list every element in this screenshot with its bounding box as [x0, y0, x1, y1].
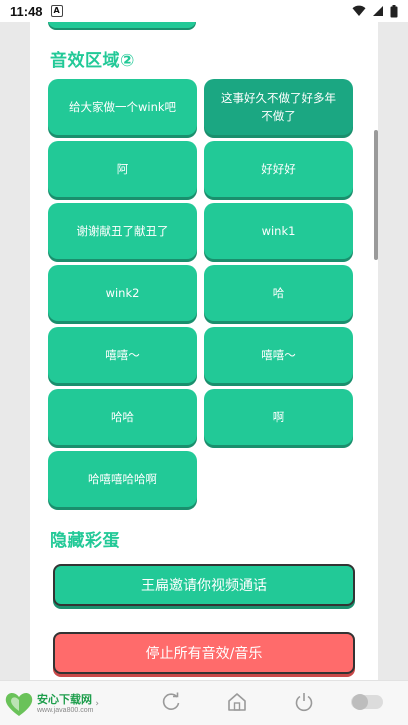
watermark-name: 安心下载网	[37, 692, 92, 706]
home-icon[interactable]	[226, 691, 248, 713]
sound-button[interactable]: wink2	[48, 265, 197, 321]
sound-button[interactable]: 哈哈	[48, 389, 197, 445]
status-time: 11:48	[10, 3, 43, 19]
watermark: 安心下载网 www.java800.com ›	[4, 689, 99, 719]
section-title-sound-area: 音效区域②	[50, 51, 135, 71]
sound-button[interactable]: 哈	[204, 265, 353, 321]
sound-button-grid: 给大家做一个wink吧 这事好久不做了好多年不做了 阿 好好好 谢谢献丑了献丑了…	[48, 79, 353, 507]
sound-button[interactable]: 嘻嘻～	[48, 327, 197, 383]
sound-button[interactable]: 啊	[204, 389, 353, 445]
notification-a-icon: A	[50, 5, 63, 17]
battery-icon	[390, 4, 398, 17]
sound-button[interactable]: 好好好	[204, 141, 353, 197]
wifi-icon	[352, 5, 366, 16]
sound-button[interactable]: wink1	[204, 203, 353, 259]
sound-button[interactable]: 给大家做一个wink吧	[48, 79, 197, 135]
section-title-easter-egg: 隐藏彩蛋	[50, 531, 120, 551]
status-bar: 11:48 A	[0, 0, 408, 22]
sound-button[interactable]: 谢谢献丑了献丑了	[48, 203, 197, 259]
bottom-nav-bar: 安心下载网 www.java800.com ›	[0, 680, 408, 725]
signal-icon	[373, 6, 383, 16]
watermark-url: www.java800.com	[37, 706, 94, 714]
status-icons	[352, 4, 398, 18]
previous-sound-button[interactable]	[48, 22, 196, 28]
sound-button[interactable]: 这事好久不做了好多年不做了	[204, 79, 353, 135]
sound-button[interactable]: 嘻嘻～	[204, 327, 353, 383]
refresh-icon[interactable]	[160, 691, 182, 713]
sound-button[interactable]: 阿	[48, 141, 197, 197]
power-icon[interactable]	[293, 691, 315, 713]
stop-all-button[interactable]: 停止所有音效/音乐	[53, 632, 355, 674]
toggle-icon[interactable]	[350, 693, 384, 711]
sound-button[interactable]: 哈嘻嘻哈哈啊	[48, 451, 197, 507]
watermark-logo-icon	[5, 692, 33, 716]
video-call-button[interactable]: 王扁邀请你视频通话	[53, 564, 355, 606]
chevron-right-icon: ›	[95, 699, 100, 709]
main-content[interactable]: 音效区域② 给大家做一个wink吧 这事好久不做了好多年不做了 阿 好好好 谢谢…	[30, 22, 378, 680]
scrollbar[interactable]	[374, 130, 378, 260]
